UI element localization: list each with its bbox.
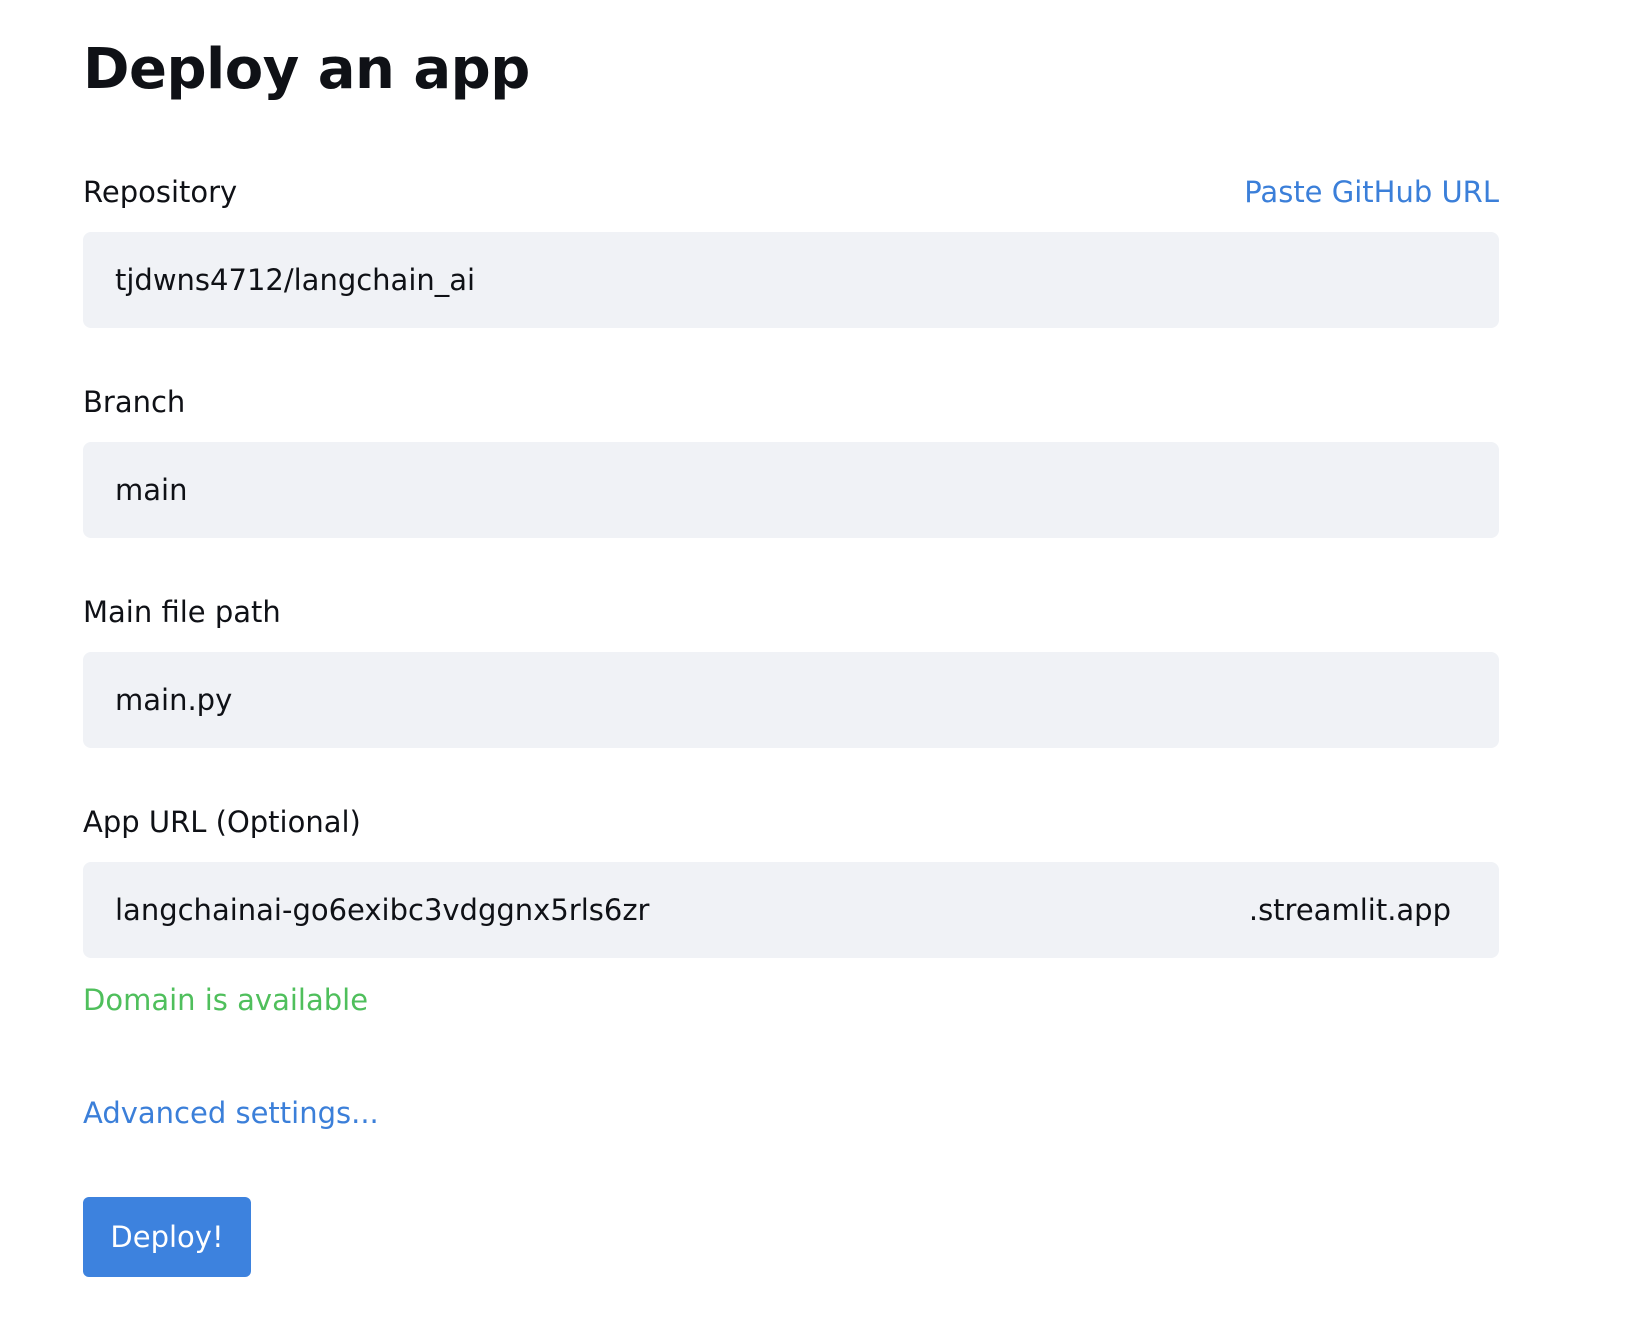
app-url-label-row: App URL (Optional) bbox=[83, 800, 1499, 844]
main-file-input[interactable] bbox=[115, 670, 1451, 730]
repository-label-row: Repository Paste GitHub URL bbox=[83, 170, 1499, 214]
repository-input[interactable] bbox=[115, 250, 1451, 310]
branch-label: Branch bbox=[83, 385, 186, 419]
app-url-input[interactable] bbox=[115, 880, 1233, 940]
deploy-button[interactable]: Deploy! bbox=[83, 1197, 251, 1277]
app-url-suffix: .streamlit.app bbox=[1248, 893, 1451, 927]
app-url-label: App URL (Optional) bbox=[83, 805, 361, 839]
domain-status: Domain is available bbox=[83, 983, 369, 1017]
app-url-field[interactable]: .streamlit.app bbox=[83, 862, 1499, 958]
advanced-settings-link[interactable]: Advanced settings... bbox=[83, 1091, 379, 1135]
main-file-label: Main file path bbox=[83, 595, 281, 629]
branch-input[interactable] bbox=[115, 460, 1451, 520]
branch-label-row: Branch bbox=[83, 380, 1499, 424]
deploy-form: Deploy an app Repository Paste GitHub UR… bbox=[83, 0, 1499, 1340]
main-file-label-row: Main file path bbox=[83, 590, 1499, 634]
paste-github-url-link[interactable]: Paste GitHub URL bbox=[1244, 170, 1499, 214]
branch-field[interactable] bbox=[83, 442, 1499, 538]
repository-field[interactable] bbox=[83, 232, 1499, 328]
page-title: Deploy an app bbox=[83, 37, 530, 102]
main-file-field[interactable] bbox=[83, 652, 1499, 748]
repository-label: Repository bbox=[83, 175, 238, 209]
